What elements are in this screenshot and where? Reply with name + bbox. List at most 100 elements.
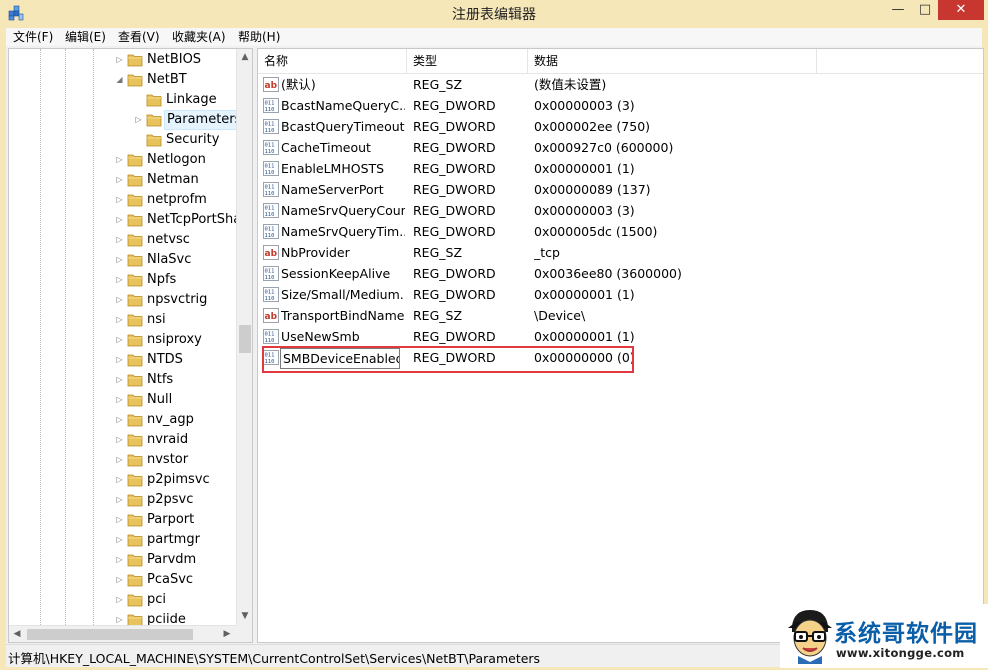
tree-item-label: npsvctrig bbox=[147, 292, 208, 307]
value-row[interactable]: 011 110 Size/Small/Medium... REG_DWORD 0x000… bbox=[258, 284, 983, 305]
tree-item[interactable]: ▷ Parvdm bbox=[9, 550, 236, 570]
tree-horizontal-scrollbar[interactable]: ◀ ▶ bbox=[9, 625, 236, 642]
svg-text:011: 011 bbox=[265, 269, 275, 275]
column-header-type[interactable]: 类型 bbox=[407, 49, 528, 73]
tree-item[interactable]: ▷ NetBIOS bbox=[9, 50, 236, 70]
expand-arrow-icon[interactable]: ▷ bbox=[115, 50, 124, 70]
scroll-up-arrow-icon[interactable]: ▲ bbox=[237, 49, 252, 66]
menu-favorites[interactable]: 收藏夹(A) bbox=[172, 29, 226, 45]
tree-item[interactable]: ▷ NlaSvc bbox=[9, 250, 236, 270]
expand-arrow-icon[interactable]: ▷ bbox=[115, 310, 124, 330]
tree-item[interactable]: ▷ nv_agp bbox=[9, 410, 236, 430]
value-row[interactable]: 011 110 EnableLMHOSTS REG_DWORD 0x00000001 (… bbox=[258, 158, 983, 179]
tree-item[interactable]: ▷ nsi bbox=[9, 310, 236, 330]
value-row[interactable]: ab (默认) REG_SZ (数值未设置) bbox=[258, 74, 983, 95]
tree-item[interactable]: ▷ partmgr bbox=[9, 530, 236, 550]
value-data: 0x000005dc (1500) bbox=[534, 224, 658, 239]
string-value-icon: ab bbox=[263, 245, 279, 260]
expand-arrow-icon[interactable]: ▷ bbox=[115, 190, 124, 210]
expand-arrow-icon[interactable]: ▷ bbox=[115, 590, 124, 610]
expand-arrow-icon[interactable]: ▷ bbox=[115, 290, 124, 310]
tree-vertical-scrollbar[interactable]: ▲ ▼ bbox=[236, 49, 252, 625]
tree-item[interactable]: ▷ NTDS bbox=[9, 350, 236, 370]
value-row[interactable]: ab TransportBindName REG_SZ \Device\ bbox=[258, 305, 983, 326]
value-row[interactable]: 011 110 BcastNameQueryC... REG_DWORD 0x00000… bbox=[258, 95, 983, 116]
window-title: 注册表编辑器 bbox=[452, 7, 536, 23]
tree-item[interactable]: ▷ PcaSvc bbox=[9, 570, 236, 590]
tree-vscroll-thumb[interactable] bbox=[239, 325, 251, 353]
expand-arrow-icon[interactable]: ▷ bbox=[115, 470, 124, 490]
menu-help[interactable]: 帮助(H) bbox=[238, 29, 280, 45]
scroll-right-arrow-icon[interactable]: ▶ bbox=[219, 626, 235, 642]
column-header-data[interactable]: 数据 bbox=[528, 49, 817, 73]
tree-item[interactable]: ▷ Netman bbox=[9, 170, 236, 190]
column-header-name[interactable]: 名称 bbox=[258, 49, 407, 73]
tree-item[interactable]: ▷ Null bbox=[9, 390, 236, 410]
collapse-arrow-icon[interactable]: ◢ bbox=[115, 70, 124, 90]
tree-hscroll-thumb[interactable] bbox=[27, 629, 193, 640]
tree-item[interactable]: ▷ nvstor bbox=[9, 450, 236, 470]
expand-arrow-icon[interactable]: ▷ bbox=[115, 530, 124, 550]
tree-item[interactable]: Security bbox=[9, 130, 236, 150]
minimize-button[interactable]: — bbox=[884, 0, 912, 20]
expand-arrow-icon[interactable]: ▷ bbox=[134, 110, 143, 130]
expand-arrow-icon[interactable]: ▷ bbox=[115, 210, 124, 230]
expand-arrow-icon[interactable]: ▷ bbox=[115, 450, 124, 470]
expand-arrow-icon[interactable]: ▷ bbox=[115, 510, 124, 530]
value-row[interactable]: 011 110 NameSrvQueryTim... REG_DWORD 0x00000… bbox=[258, 221, 983, 242]
tree-item[interactable]: ◢ NetBT bbox=[9, 70, 236, 90]
expand-arrow-icon[interactable]: ▷ bbox=[115, 550, 124, 570]
expand-arrow-icon[interactable]: ▷ bbox=[115, 230, 124, 250]
tree-item[interactable]: ▷ Parport bbox=[9, 510, 236, 530]
expand-arrow-icon[interactable]: ▷ bbox=[115, 270, 124, 290]
scroll-left-arrow-icon[interactable]: ◀ bbox=[9, 626, 25, 642]
value-row[interactable]: 011 110 NameSrvQueryCount REG_DWORD 0x000000… bbox=[258, 200, 983, 221]
tree-item-label: NetBIOS bbox=[147, 52, 202, 67]
status-path: 计算机\HKEY_LOCAL_MACHINE\SYSTEM\CurrentCon… bbox=[8, 651, 541, 666]
tree-item[interactable]: ▷ nsiproxy bbox=[9, 330, 236, 350]
expand-arrow-icon[interactable]: ▷ bbox=[115, 170, 124, 190]
maximize-button[interactable]: □ bbox=[912, 0, 938, 20]
expand-arrow-icon[interactable]: ▷ bbox=[115, 330, 124, 350]
expand-arrow-icon[interactable]: ▷ bbox=[115, 570, 124, 590]
tree-item[interactable]: ▷ p2pimsvc bbox=[9, 470, 236, 490]
expand-arrow-icon[interactable]: ▷ bbox=[115, 370, 124, 390]
tree-item[interactable]: ▷ netvsc bbox=[9, 230, 236, 250]
expand-arrow-icon[interactable]: ▷ bbox=[115, 150, 124, 170]
tree-item[interactable]: ▷ NetTcpPortSha bbox=[9, 210, 236, 230]
tree-item[interactable]: ▷ pciide bbox=[9, 610, 236, 625]
value-row[interactable]: ab NbProvider REG_SZ _tcp bbox=[258, 242, 983, 263]
value-row[interactable]: 011 110 BcastQueryTimeout REG_DWORD 0x000002… bbox=[258, 116, 983, 137]
expand-arrow-icon[interactable]: ▷ bbox=[115, 410, 124, 430]
svg-text:110: 110 bbox=[265, 191, 275, 197]
menu-edit[interactable]: 编辑(E) bbox=[65, 29, 106, 45]
tree-item[interactable]: ▷ Netlogon bbox=[9, 150, 236, 170]
menu-bar: 文件(F) 编辑(E) 查看(V) 收藏夹(A) 帮助(H) bbox=[6, 28, 982, 46]
tree-item[interactable]: ▷ Ntfs bbox=[9, 370, 236, 390]
tree-item[interactable]: Linkage bbox=[9, 90, 236, 110]
menu-file[interactable]: 文件(F) bbox=[13, 29, 53, 45]
folder-icon bbox=[127, 214, 143, 227]
close-button[interactable]: ✕ bbox=[938, 0, 984, 20]
expand-arrow-icon[interactable]: ▷ bbox=[115, 250, 124, 270]
tree-item[interactable]: ▷ npsvctrig bbox=[9, 290, 236, 310]
tree-item[interactable]: ▷ p2psvc bbox=[9, 490, 236, 510]
svg-text:110: 110 bbox=[265, 275, 275, 281]
scroll-down-arrow-icon[interactable]: ▼ bbox=[237, 608, 252, 625]
menu-view[interactable]: 查看(V) bbox=[118, 29, 160, 45]
expand-arrow-icon[interactable]: ▷ bbox=[115, 490, 124, 510]
value-row[interactable]: 011 110 SessionKeepAlive REG_DWORD 0x0036ee8… bbox=[258, 263, 983, 284]
tree-item[interactable]: ▷ pci bbox=[9, 590, 236, 610]
tree-item[interactable]: ▷ netprofm bbox=[9, 190, 236, 210]
value-row[interactable]: 011 110 UseNewSmb REG_DWORD 0x00000001 (1) bbox=[258, 326, 983, 347]
expand-arrow-icon[interactable]: ▷ bbox=[115, 430, 124, 450]
expand-arrow-icon[interactable]: ▷ bbox=[115, 390, 124, 410]
tree-item[interactable]: ▷ Parameters bbox=[9, 110, 236, 130]
expand-arrow-icon[interactable]: ▷ bbox=[115, 610, 124, 625]
value-row[interactable]: 011 110 NameServerPort REG_DWORD 0x00000089 … bbox=[258, 179, 983, 200]
expand-arrow-icon[interactable]: ▷ bbox=[115, 350, 124, 370]
folder-icon bbox=[127, 514, 143, 527]
tree-item[interactable]: ▷ nvraid bbox=[9, 430, 236, 450]
value-row[interactable]: 011 110 CacheTimeout REG_DWORD 0x000927c0 (6… bbox=[258, 137, 983, 158]
tree-item[interactable]: ▷ Npfs bbox=[9, 270, 236, 290]
